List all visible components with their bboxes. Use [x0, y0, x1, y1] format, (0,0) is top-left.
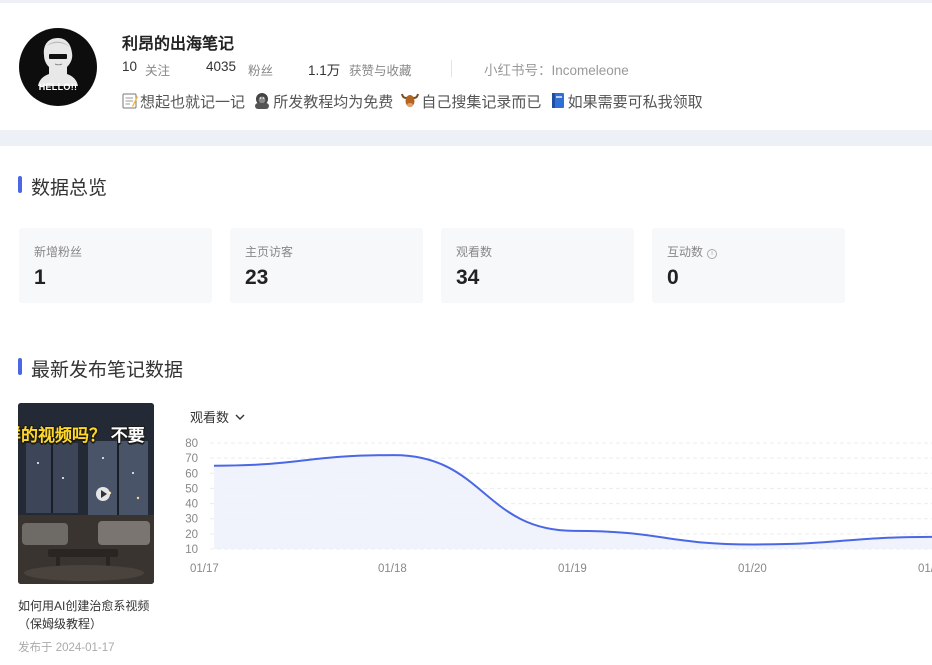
ox-emoji-icon — [401, 92, 420, 113]
followers-label[interactable]: 粉丝 — [248, 60, 273, 79]
thumbnail-caption-2: 不要 — [110, 426, 145, 445]
following-count[interactable]: 10 — [122, 59, 137, 74]
stat-label: 新增粉丝 — [34, 245, 83, 259]
note-title[interactable]: 如何用AI创建治愈系视频（保姆级教程） — [18, 597, 158, 633]
metric-dropdown[interactable]: 观看数 — [190, 407, 245, 426]
y-tick-label: 10 — [185, 544, 198, 556]
x-tick-label: 01/17 — [190, 563, 219, 575]
bio-text-3: 自己搜集记录而已 — [421, 94, 542, 111]
note-thumbnail[interactable]: 样的视频吗？ 不要 — [18, 403, 154, 584]
stat-label-text: 互动数 — [667, 245, 704, 259]
stat-value: 0 — [667, 266, 679, 289]
avatar-text: HELLO!! — [38, 82, 78, 92]
section-separator — [0, 130, 932, 146]
y-tick-label: 20 — [185, 529, 198, 541]
y-tick-label: 70 — [185, 453, 198, 465]
play-icon[interactable] — [96, 487, 110, 501]
stat-value: 34 — [456, 266, 480, 289]
metric-dropdown-label: 观看数 — [190, 410, 230, 425]
chart-area-layer — [214, 455, 932, 549]
thumbnail-caption: 样的视频吗？ 不要 — [18, 421, 145, 446]
series-area — [214, 455, 932, 549]
likes-count: 1.1万 — [308, 63, 341, 78]
y-tick-label: 60 — [185, 468, 198, 480]
bio-text-4: 如果需要可私我领取 — [567, 94, 703, 111]
overview-accent-bar — [18, 176, 22, 193]
views-line-chart: 1020304050607080 01/1701/1801/1901/2001/… — [185, 438, 932, 575]
followers-count[interactable]: 4035 — [206, 59, 236, 74]
y-axis-ticks: 10 20 30 40 50 60 70 80 — [185, 438, 198, 556]
thumbnail-caption-1: 样的视频吗？ — [18, 426, 106, 445]
statue-icon — [38, 38, 78, 86]
stat-card-interactions: 互动数 i 0 — [652, 228, 845, 303]
stat-value: 23 — [245, 266, 269, 289]
y-tick-label: 80 — [185, 438, 198, 450]
book-emoji-icon — [550, 92, 566, 113]
x-tick-label: 01/19 — [558, 563, 587, 575]
stat-value: 1 — [34, 266, 46, 289]
note-date: 发布于 2024-01-17 — [18, 642, 115, 654]
memo-emoji-icon — [122, 92, 138, 113]
y-tick-label: 50 — [185, 483, 198, 495]
following-label[interactable]: 关注 — [145, 60, 170, 79]
y-tick-label: 40 — [185, 499, 198, 511]
x-axis-ticks: 01/17 01/18 01/19 01/20 01/2 — [190, 563, 932, 575]
bio-text-2: 所发教程均为免费 — [273, 94, 394, 111]
stat-label: 主页访客 — [245, 245, 294, 259]
stat-card-views: 观看数 34 — [441, 228, 634, 303]
overview-title: 数据总览 — [31, 178, 108, 199]
account-id: 小红书号：Incomeleone — [484, 63, 629, 78]
latest-accent-bar — [18, 358, 22, 375]
x-tick-label: 01/20 — [738, 563, 767, 575]
stat-card-visitors: 主页访客 23 — [230, 228, 423, 303]
chevron-down-icon — [235, 409, 245, 424]
info-icon[interactable]: i — [707, 249, 718, 259]
bio-text-1: 想起也就记一记 — [140, 94, 246, 111]
x-tick-label: 01/2 — [918, 563, 932, 575]
x-tick-label: 01/18 — [378, 563, 407, 575]
stats-divider — [451, 60, 452, 77]
stat-label: 观看数 — [456, 245, 493, 259]
gorilla-emoji-icon — [253, 92, 271, 113]
likes-label: 获赞与收藏 — [349, 64, 412, 78]
stat-label: 互动数 i — [667, 243, 718, 260]
y-tick-label: 30 — [185, 514, 198, 526]
profile-bio: 想起也就记一记 所发教程均为免费 自己搜集记录而已 如果需要可私我领取 — [122, 91, 703, 113]
profile-header: HELLO!! 利昂的出海笔记 10 关注 4035 粉丝 1.1万 获赞与收藏… — [0, 3, 932, 130]
latest-title: 最新发布笔记数据 — [31, 360, 184, 381]
stat-card-new-followers: 新增粉丝 1 — [19, 228, 212, 303]
avatar[interactable]: HELLO!! — [19, 28, 97, 106]
profile-name: 利昂的出海笔记 — [122, 36, 235, 53]
